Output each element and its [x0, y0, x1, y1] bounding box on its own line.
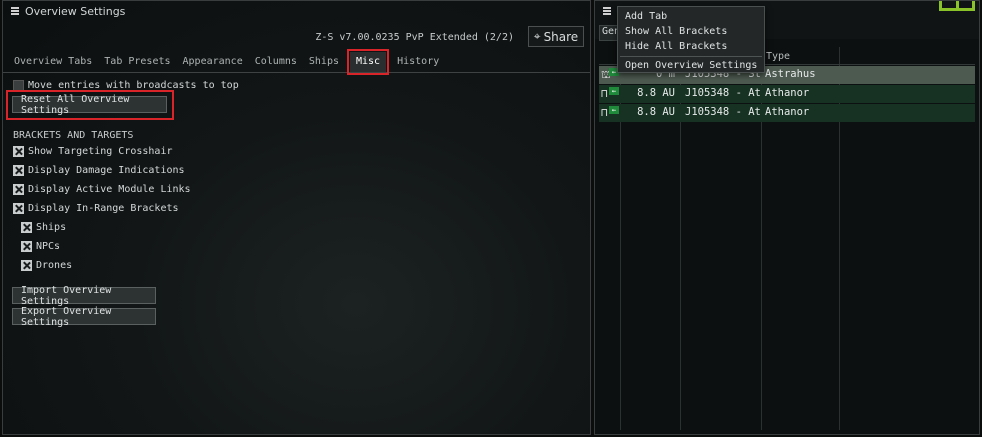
broadcast-icon: ← — [609, 87, 619, 95]
option-label: Ships — [36, 222, 67, 233]
settings-title-bar[interactable]: Overview Settings — [3, 1, 590, 23]
option-damage-indications[interactable]: Display Damage Indications — [13, 165, 185, 176]
reset-all-button[interactable]: Reset All Overview Settings — [12, 94, 167, 116]
tab-tab-presets[interactable]: Tab Presets — [98, 52, 176, 72]
tab-general[interactable]: Gen — [599, 25, 619, 41]
type-cell: Athanor — [765, 87, 810, 99]
menu-item-show-all-brackets[interactable]: Show All Brackets — [625, 26, 727, 37]
tab-overview-tabs[interactable]: Overview Tabs — [8, 52, 98, 72]
settings-tabs: Overview Tabs Tab Presets Appearance Col… — [3, 48, 590, 75]
menu-icon[interactable] — [11, 7, 19, 15]
tab-columns[interactable]: Columns — [249, 52, 303, 72]
menu-divider — [620, 56, 762, 57]
npcs-checkbox[interactable] — [21, 241, 32, 252]
window-corner-icon — [939, 1, 975, 11]
brackets-heading: BRACKETS AND TARGETS — [13, 130, 134, 141]
export-settings-button[interactable]: Export Overview Settings — [12, 306, 156, 328]
menu-item-open-overview-settings[interactable]: Open Overview Settings — [625, 60, 757, 71]
tab-appearance[interactable]: Appearance — [177, 52, 249, 72]
option-label: NPCs — [36, 241, 61, 252]
broadcast-icon: ← — [609, 106, 619, 114]
type-cell: Athanor — [765, 106, 810, 118]
table-row[interactable]: ⊓ ← 8.8 AU J105348 - At Athanor — [599, 85, 975, 103]
preset-name: Z-S v7.00.0235 PvP Extended (2/2) — [315, 32, 514, 43]
sub-option-drones[interactable]: Drones — [21, 260, 72, 271]
option-label: Show Targeting Crosshair — [28, 146, 173, 157]
ships-checkbox[interactable] — [21, 222, 32, 233]
sub-option-ships[interactable]: Ships — [21, 222, 66, 233]
targeting-crosshair-checkbox[interactable] — [13, 146, 24, 157]
overview-table: Type ⛫ ← 0 m J105348 - St Astrahus ⊓ ← 8… — [599, 47, 975, 430]
overview-settings-window: Overview Settings Z-S v7.00.0235 PvP Ext… — [2, 0, 591, 435]
sub-option-npcs[interactable]: NPCs — [21, 241, 60, 252]
share-label: Share — [543, 29, 579, 44]
option-label: Display In-Range Brackets — [28, 203, 179, 214]
drones-checkbox[interactable] — [21, 260, 32, 271]
damage-indications-checkbox[interactable] — [13, 165, 24, 176]
type-cell: Astrahus — [765, 68, 816, 80]
option-label: Drones — [36, 260, 73, 271]
active-module-links-checkbox[interactable] — [13, 184, 24, 195]
import-settings-button[interactable]: Import Overview Settings — [12, 285, 156, 307]
option-label: Display Active Module Links — [28, 184, 191, 195]
window-title: Overview Settings — [25, 5, 126, 18]
name-cell: J105348 - At — [685, 106, 761, 118]
share-icon: ⌖ — [533, 29, 541, 43]
distance-cell: 8.8 AU — [637, 87, 675, 99]
tab-misc[interactable]: Misc — [346, 48, 390, 75]
option-active-module-links[interactable]: Display Active Module Links — [13, 184, 191, 195]
distance-cell: 8.8 AU — [637, 106, 675, 118]
menu-icon[interactable] — [603, 7, 611, 15]
menu-item-add-tab[interactable]: Add Tab — [625, 11, 667, 22]
name-cell: J105348 - At — [685, 87, 761, 99]
option-label: Display Damage Indications — [28, 165, 185, 176]
tab-ships[interactable]: Ships — [303, 52, 345, 72]
column-header-type[interactable]: Type — [766, 51, 790, 62]
option-in-range-brackets[interactable]: Display In-Range Brackets — [13, 203, 179, 214]
overview-context-menu: Add Tab Show All Brackets Hide All Brack… — [617, 6, 765, 73]
tab-history[interactable]: History — [391, 52, 445, 72]
in-range-brackets-checkbox[interactable] — [13, 203, 24, 214]
menu-item-hide-all-brackets[interactable]: Hide All Brackets — [625, 41, 727, 52]
option-targeting-crosshair[interactable]: Show Targeting Crosshair — [13, 146, 173, 157]
table-row[interactable]: ⊓ ← 8.8 AU J105348 - At Athanor — [599, 104, 975, 122]
share-button[interactable]: ⌖ Share — [528, 26, 584, 47]
